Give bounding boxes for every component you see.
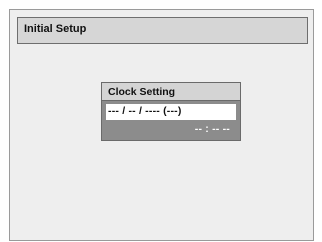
page-title: Initial Setup bbox=[24, 23, 87, 35]
time-field[interactable]: -- : -- -- bbox=[195, 123, 230, 135]
clock-setting-dialog: Clock Setting --- / -- / ---- (---) -- :… bbox=[101, 82, 241, 141]
dialog-header: Clock Setting bbox=[102, 83, 240, 101]
dialog-title: Clock Setting bbox=[108, 86, 176, 98]
setup-screen: Initial Setup Clock Setting --- / -- / -… bbox=[9, 9, 314, 241]
date-value: --- / -- / ---- (---) bbox=[108, 105, 182, 117]
date-field[interactable]: --- / -- / ---- (---) bbox=[106, 104, 236, 120]
title-bar: Initial Setup bbox=[17, 17, 308, 44]
